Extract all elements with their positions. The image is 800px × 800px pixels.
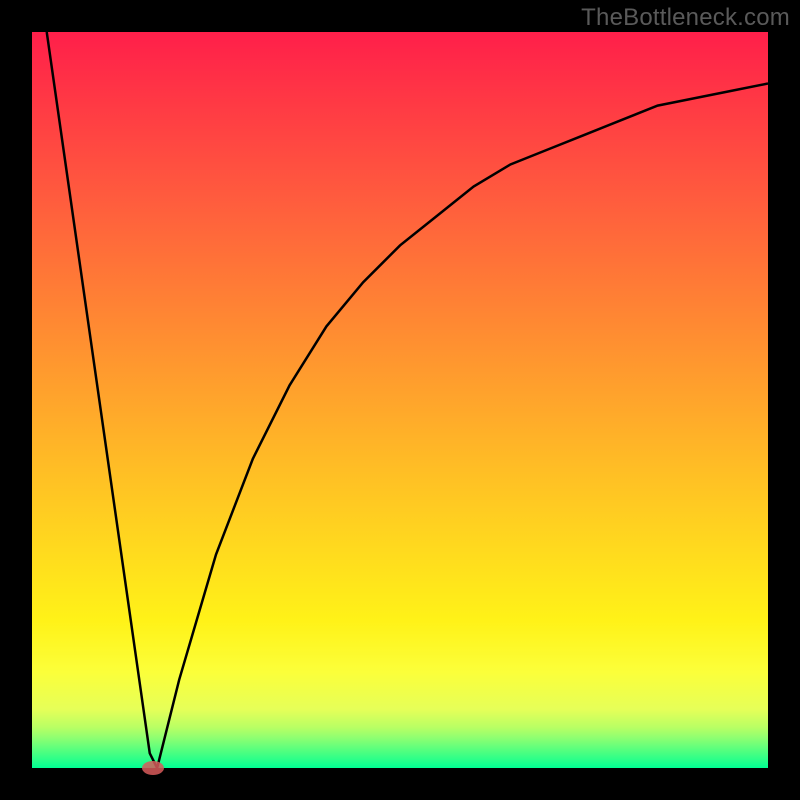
- plot-area: [32, 32, 768, 768]
- bottleneck-curve: [47, 32, 768, 768]
- optimal-point-marker: [142, 761, 164, 775]
- watermark-text: TheBottleneck.com: [581, 4, 790, 32]
- chart-frame: TheBottleneck.com: [0, 0, 800, 800]
- curve-layer: [32, 32, 768, 768]
